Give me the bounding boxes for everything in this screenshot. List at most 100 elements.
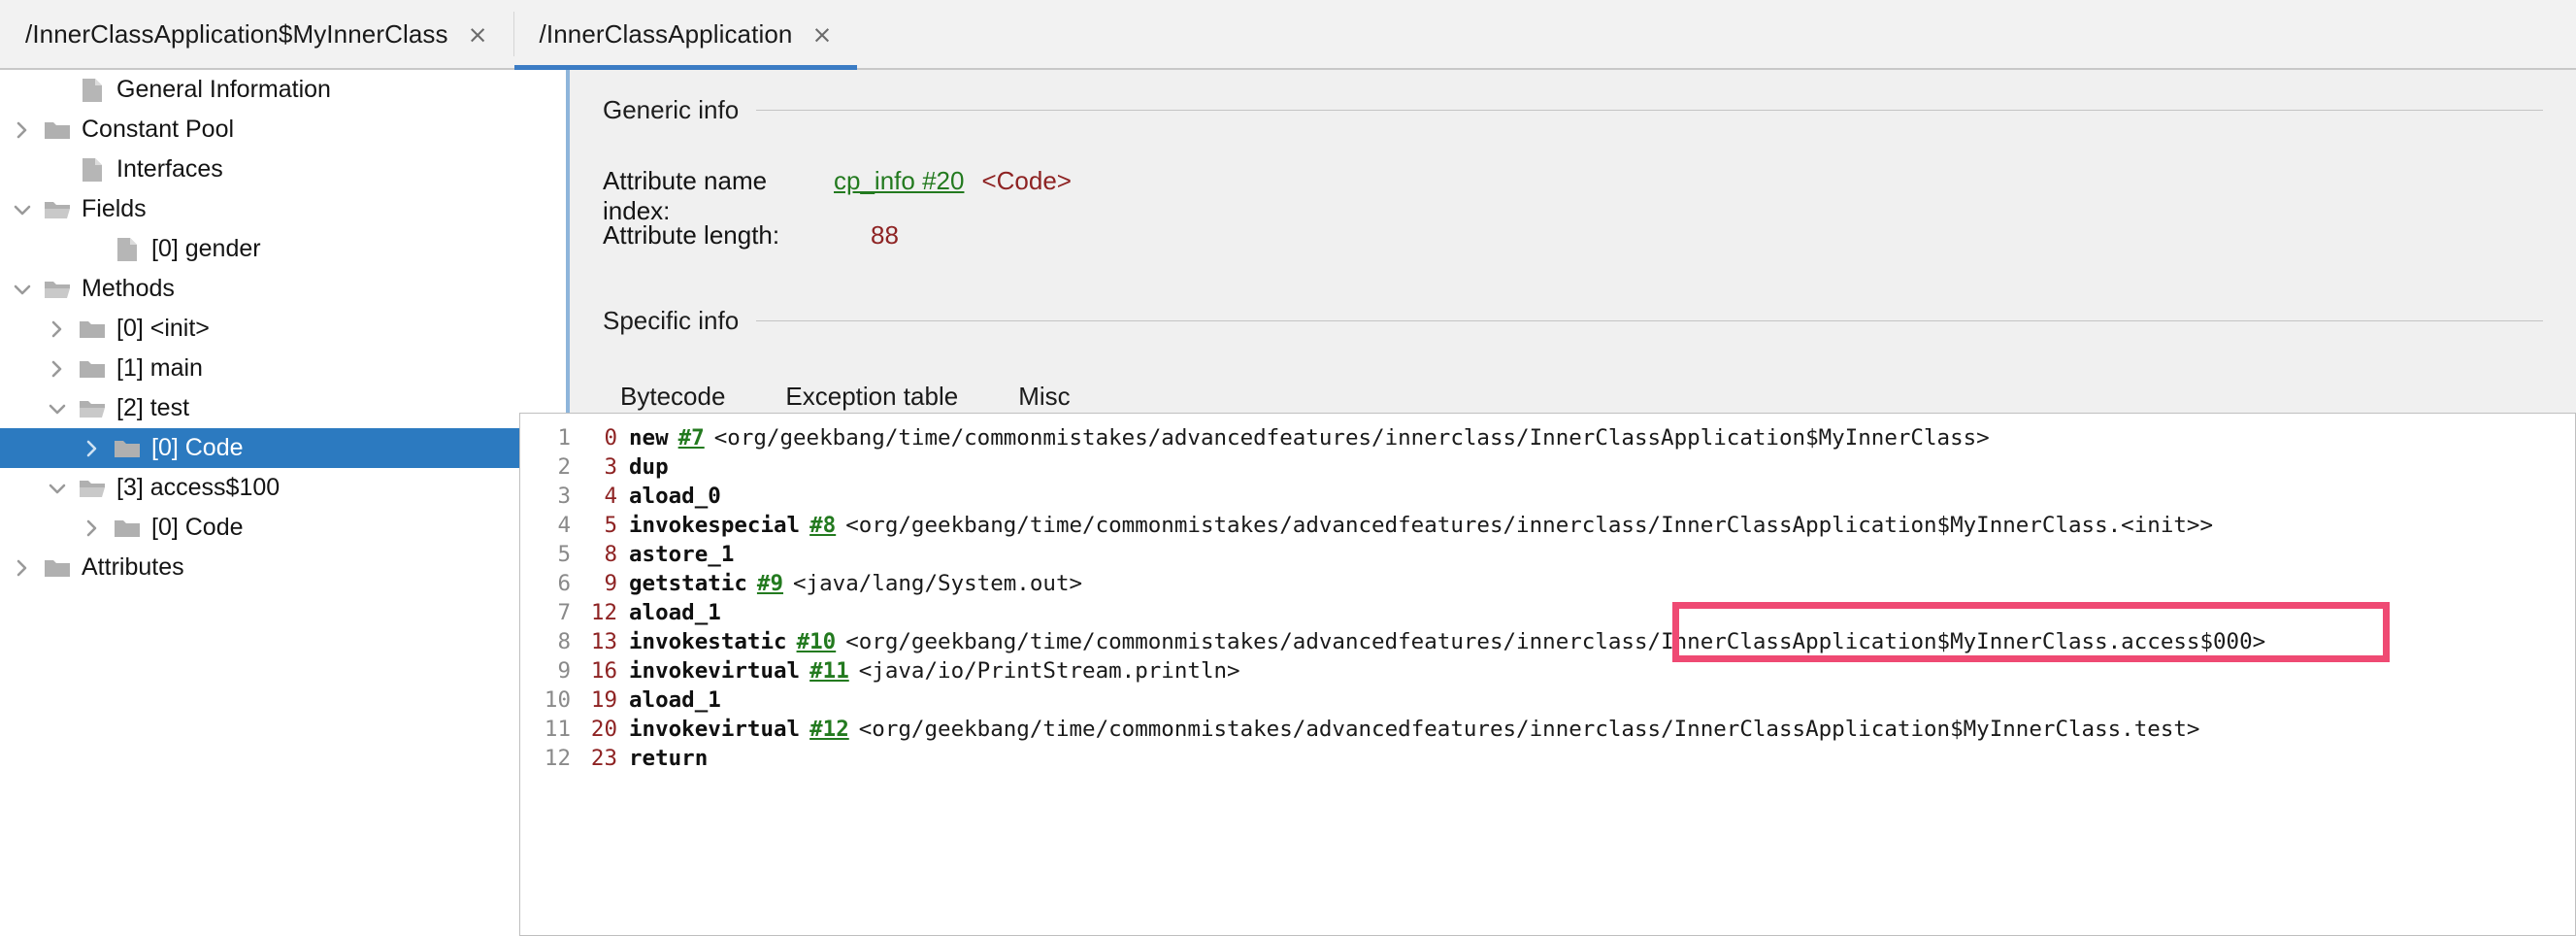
tree-item-1[interactable]: Constant Pool	[0, 110, 566, 150]
bytecode-listing-panel[interactable]: 10new#7<org/geekbang/time/commonmistakes…	[519, 413, 2576, 936]
line-number: 9	[520, 656, 584, 685]
bytecode-offset: 9	[584, 569, 629, 598]
bytecode-offset: 4	[584, 482, 629, 511]
bytecode-descriptor: <org/geekbang/time/commonmistakes/advanc…	[859, 715, 2200, 744]
document-tab-title: /InnerClassApplication$MyInnerClass	[25, 19, 448, 50]
section-rule	[756, 320, 2543, 321]
attribute-length-value: 88	[871, 220, 899, 251]
document-tab-1[interactable]: /InnerClassApplication ×	[514, 0, 858, 68]
bytecode-line-0: 10new#7<org/geekbang/time/commonmistakes…	[520, 423, 2575, 452]
line-number: 3	[520, 482, 584, 511]
tree-item-label: [3] access$100	[111, 474, 280, 502]
tree-item-9[interactable]: [0] Code	[0, 428, 566, 468]
bytecode-line-5: 69getstatic#9<java/lang/System.out>	[520, 569, 2575, 598]
bytecode-offset: 23	[584, 744, 629, 773]
line-number: 10	[520, 685, 584, 715]
bytecode-opcode: dup	[629, 452, 669, 482]
bytecode-offset: 19	[584, 685, 629, 715]
tree-item-5[interactable]: Methods	[0, 269, 566, 309]
line-number: 12	[520, 744, 584, 773]
bytecode-line-4: 58astore_1	[520, 540, 2575, 569]
chevron-down-icon[interactable]	[6, 189, 39, 229]
chevron-down-icon[interactable]	[41, 468, 74, 508]
chevron-right-icon[interactable]	[76, 508, 109, 548]
bytecode-offset: 20	[584, 715, 629, 744]
tree-item-label: [0] Code	[146, 514, 244, 542]
chevron-right-icon[interactable]	[41, 349, 74, 388]
generic-info-heading: Generic info	[570, 95, 2576, 125]
bytecode-opcode: invokevirtual	[629, 715, 800, 744]
folder-closed-icon	[39, 557, 76, 579]
close-icon[interactable]: ×	[811, 22, 832, 47]
folder-closed-icon	[109, 518, 146, 539]
tree-twisty-spacer	[41, 70, 74, 110]
tree-item-label: Attributes	[76, 553, 184, 582]
tree-item-10[interactable]: [3] access$100	[0, 468, 566, 508]
line-number: 7	[520, 598, 584, 627]
close-icon[interactable]: ×	[468, 22, 488, 47]
specific-info-tab-label: Bytecode	[620, 382, 725, 411]
line-number: 5	[520, 540, 584, 569]
bytecode-descriptor: <org/geekbang/time/commonmistakes/advanc…	[845, 627, 2265, 656]
specific-info-heading: Specific info	[570, 306, 2576, 336]
tree-item-11[interactable]: [0] Code	[0, 508, 566, 548]
folder-open-icon	[74, 478, 111, 499]
bytecode-opcode: return	[629, 744, 708, 773]
bytecode-opcode: invokespecial	[629, 511, 800, 540]
bytecode-descriptor: <org/geekbang/time/commonmistakes/advanc…	[714, 423, 1990, 452]
chevron-right-icon[interactable]	[6, 548, 39, 587]
chevron-right-icon[interactable]	[41, 309, 74, 349]
constant-pool-reference-link[interactable]: #12	[809, 715, 849, 744]
specific-info-title: Specific info	[603, 306, 739, 336]
constant-pool-reference-link[interactable]: #9	[757, 569, 783, 598]
bytecode-line-6: 712aload_1	[520, 598, 2575, 627]
attribute-length-label: Attribute length:	[603, 220, 834, 251]
tree-item-3[interactable]: Fields	[0, 189, 566, 229]
bytecode-line-7: 813invokestatic #10 <org/geekbang/time/com…	[520, 627, 2575, 656]
bytecode-offset: 13	[584, 627, 629, 656]
constant-pool-reference-link[interactable]: #7	[678, 423, 705, 452]
document-tab-bar: /InnerClassApplication$MyInnerClass×/Inn…	[0, 0, 2576, 70]
line-number: 8	[520, 627, 584, 656]
bytecode-offset: 8	[584, 540, 629, 569]
chevron-down-icon[interactable]	[6, 269, 39, 309]
tree-item-7[interactable]: [1] main	[0, 349, 566, 388]
bytecode-offset: 12	[584, 598, 629, 627]
chevron-down-icon[interactable]	[41, 388, 74, 428]
bytecode-opcode: aload_1	[629, 685, 721, 715]
bytecode-offset: 16	[584, 656, 629, 685]
tree-item-0[interactable]: General Information	[0, 70, 566, 110]
tree-item-label: Interfaces	[111, 155, 223, 184]
bytecode-descriptor: <java/lang/System.out>	[793, 569, 1082, 598]
cp-info-link[interactable]: cp_info #20	[834, 166, 964, 196]
document-tab-title: /InnerClassApplication	[540, 19, 793, 50]
chevron-right-icon[interactable]	[6, 110, 39, 150]
section-rule	[756, 110, 2543, 111]
document-icon	[74, 157, 111, 183]
bytecode-opcode: aload_1	[629, 598, 721, 627]
attribute-length-row: Attribute length: 88	[570, 220, 2576, 265]
bytecode-offset: 0	[584, 423, 629, 452]
chevron-right-icon[interactable]	[76, 428, 109, 468]
tree-item-8[interactable]: [2] test	[0, 388, 566, 428]
tree-item-4[interactable]: [0] gender	[0, 229, 566, 269]
constant-pool-reference-link[interactable]: #10	[797, 627, 837, 656]
tree-item-6[interactable]: [0] <init>	[0, 309, 566, 349]
specific-info-tab-label: Misc	[1018, 382, 1070, 411]
folder-closed-icon	[74, 358, 111, 380]
tree-item-label: [1] main	[111, 354, 203, 383]
constant-pool-reference-link[interactable]: #11	[809, 656, 849, 685]
class-structure-tree[interactable]: General Information Constant Pool Interfac…	[0, 70, 568, 936]
tree-twisty-spacer	[76, 229, 109, 269]
constant-pool-reference-link[interactable]: #8	[809, 511, 836, 540]
document-tab-0[interactable]: /InnerClassApplication$MyInnerClass ×	[0, 0, 513, 68]
tree-item-12[interactable]: Attributes	[0, 548, 566, 587]
tree-item-label: General Information	[111, 76, 331, 104]
bytecode-line-9: 1019aload_1	[520, 685, 2575, 715]
tree-item-label: [0] Code	[146, 434, 244, 462]
tree-item-2[interactable]: Interfaces	[0, 150, 566, 189]
bytecode-line-2: 34aload_0	[520, 482, 2575, 511]
folder-open-icon	[39, 279, 76, 300]
bytecode-line-1: 23dup	[520, 452, 2575, 482]
bytecode-opcode: invokestatic	[629, 627, 787, 656]
